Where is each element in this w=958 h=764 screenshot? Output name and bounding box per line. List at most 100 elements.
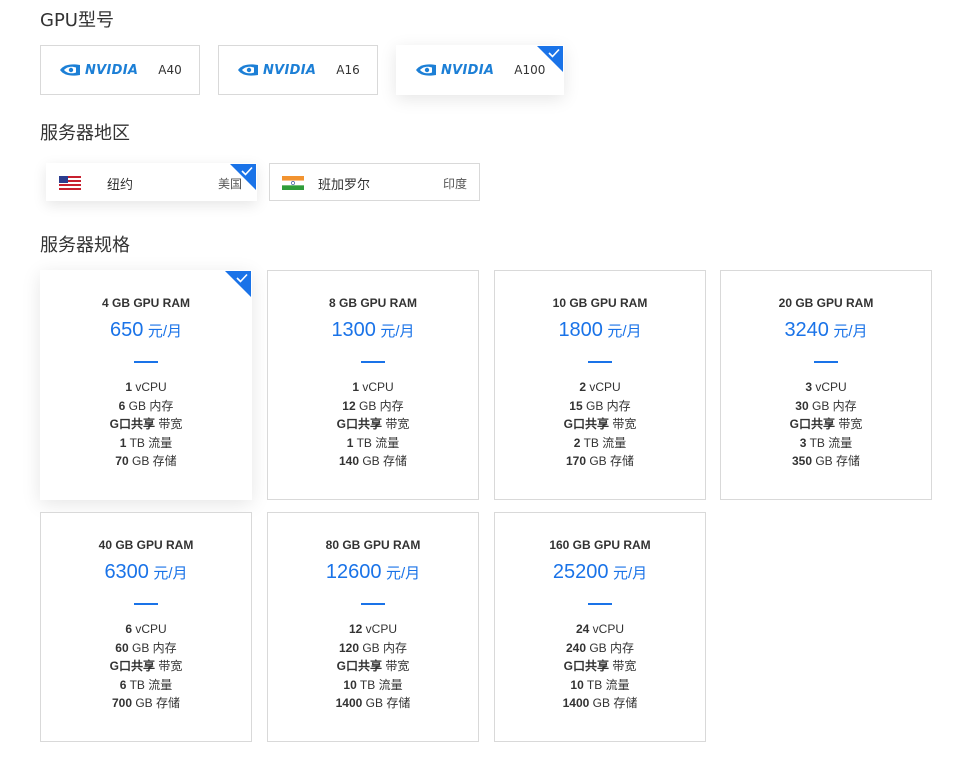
plan-divider — [588, 603, 612, 605]
spec-vcpu: 2 vCPU — [579, 380, 621, 394]
check-icon — [236, 273, 248, 283]
plan-gpu-ram: 20 GB GPU RAM — [778, 296, 874, 310]
server-region-title: 服务器地区 — [40, 123, 130, 144]
plan-price: 6300 元/月 — [41, 561, 251, 584]
spec-storage: 170 GB 存储 — [565, 454, 635, 468]
gpu-model-label: A16 — [336, 63, 360, 77]
plan-specs: 6 vCPU 60 GB 内存 G口共享 带宽 6 TB 流量 700 GB 存储 — [41, 620, 251, 713]
plan-specs: 3 vCPU 30 GB 内存 G口共享 带宽 3 TB 流量 350 GB 存储 — [721, 378, 931, 471]
spec-bandwidth: G口共享 带宽 — [336, 417, 410, 431]
plan-gpu-ram: 8 GB GPU RAM — [328, 296, 417, 310]
plan-price-unit: 元/月 — [833, 323, 868, 340]
spec-traffic: 10 TB 流量 — [343, 677, 403, 692]
plan-card[interactable]: 160 GB GPU RAM 25200 元/月 24 vCPU 240 GB 内存 G… — [494, 512, 706, 742]
plan-gpu-ram: 4 GB GPU RAM — [101, 296, 190, 310]
spec-traffic: 2 TB 流量 — [573, 435, 627, 450]
check-icon — [548, 48, 560, 58]
nvidia-logo: NVIDIA — [415, 63, 494, 78]
nvidia-logo: NVIDIA — [59, 63, 138, 78]
plan-specs: 12 vCPU 120 GB 内存 G口共享 带宽 10 TB 流量 1400 GB 存… — [268, 620, 478, 713]
gpu-model-title: GPU型号 — [40, 10, 114, 31]
plan-card[interactable]: 4 GB GPU RAM 650 元/月 1 vCPU 6 GB 内存 G口共享 带宽 1… — [40, 270, 252, 500]
plan-price-unit: 元/月 — [147, 323, 182, 340]
spec-memory: 6 GB 内存 — [118, 398, 174, 413]
spec-memory: 15 GB 内存 — [569, 398, 631, 413]
spec-bandwidth: G口共享 带宽 — [563, 659, 637, 673]
us-flag-icon — [59, 176, 81, 190]
spec-vcpu: 12 vCPU — [348, 622, 398, 636]
plan-price: 1300 元/月 — [268, 319, 478, 342]
plan-divider — [361, 361, 385, 363]
gpu-brand: NVIDIA — [263, 62, 317, 78]
plan-price: 12600 元/月 — [268, 561, 478, 584]
plan-card[interactable]: 20 GB GPU RAM 3240 元/月 3 vCPU 30 GB 内存 G口共享 … — [720, 270, 932, 500]
spec-traffic: 6 TB 流量 — [119, 677, 173, 692]
region-card-bangalore[interactable]: 班加罗尔 印度 — [269, 163, 480, 201]
plan-price-unit: 元/月 — [380, 323, 415, 340]
spec-memory: 120 GB 内存 — [338, 640, 408, 655]
plan-price-value: 1300 — [331, 319, 376, 341]
plan-specs: 24 vCPU 240 GB 内存 G口共享 带宽 10 TB 流量 1400 GB 存… — [495, 620, 705, 713]
plan-price-value: 1800 — [558, 319, 603, 341]
gpu-brand: NVIDIA — [85, 62, 139, 78]
spec-storage: 700 GB 存储 — [111, 696, 181, 710]
plan-price: 3240 元/月 — [721, 319, 931, 342]
plan-price-value: 25200 — [552, 561, 609, 583]
plan-card[interactable]: 40 GB GPU RAM 6300 元/月 6 vCPU 60 GB 内存 G口共享 … — [40, 512, 252, 742]
plan-price-unit: 元/月 — [153, 565, 188, 582]
spec-traffic: 1 TB 流量 — [119, 435, 173, 450]
nvidia-logo: NVIDIA — [237, 63, 316, 78]
plan-divider — [588, 361, 612, 363]
spec-vcpu: 6 vCPU — [125, 622, 167, 636]
plan-price-unit: 元/月 — [607, 323, 642, 340]
spec-storage: 350 GB 存储 — [791, 454, 861, 468]
region-city: 纽约 — [107, 178, 134, 193]
gpu-card-a40[interactable]: NVIDIA A40 — [40, 45, 200, 95]
region-city: 班加罗尔 — [318, 178, 371, 193]
spec-storage: 1400 GB 存储 — [562, 696, 638, 710]
spec-traffic: 3 TB 流量 — [799, 435, 853, 450]
plan-price: 650 元/月 — [41, 319, 251, 342]
gpu-card-a100[interactable]: NVIDIA A100 — [396, 45, 564, 95]
plan-gpu-ram: 40 GB GPU RAM — [98, 538, 194, 552]
india-flag-icon — [282, 176, 304, 190]
plan-divider — [134, 361, 158, 363]
spec-memory: 60 GB 内存 — [115, 640, 177, 655]
plan-card[interactable]: 80 GB GPU RAM 12600 元/月 12 vCPU 120 GB 内存 G口… — [267, 512, 479, 742]
spec-storage: 70 GB 存储 — [115, 454, 177, 468]
nvidia-eye-icon — [416, 64, 436, 76]
plan-card[interactable]: 8 GB GPU RAM 1300 元/月 1 vCPU 12 GB 内存 G口共享 带… — [267, 270, 479, 500]
spec-vcpu: 24 vCPU — [575, 622, 625, 636]
check-icon — [241, 166, 253, 176]
plan-specs: 2 vCPU 15 GB 内存 G口共享 带宽 2 TB 流量 170 GB 存储 — [495, 378, 705, 471]
spec-storage: 1400 GB 存储 — [335, 696, 411, 710]
nvidia-eye-icon — [60, 64, 80, 76]
plan-price-value: 650 — [110, 319, 144, 341]
spec-traffic: 10 TB 流量 — [570, 677, 630, 692]
plan-price-unit: 元/月 — [385, 565, 421, 582]
plan-price-unit: 元/月 — [612, 565, 648, 582]
plan-specs: 1 vCPU 12 GB 内存 G口共享 带宽 1 TB 流量 140 GB 存储 — [268, 378, 478, 471]
server-spec-title: 服务器规格 — [40, 235, 130, 256]
plan-divider — [814, 361, 838, 363]
spec-bandwidth: G口共享 带宽 — [563, 417, 637, 431]
gpu-card-a16[interactable]: NVIDIA A16 — [218, 45, 378, 95]
spec-bandwidth: G口共享 带宽 — [789, 417, 863, 431]
spec-memory: 240 GB 内存 — [565, 640, 635, 655]
spec-vcpu: 1 vCPU — [352, 380, 394, 394]
plan-price: 1800 元/月 — [495, 319, 705, 342]
spec-storage: 140 GB 存储 — [338, 454, 408, 468]
spec-vcpu: 3 vCPU — [805, 380, 847, 394]
spec-bandwidth: G口共享 带宽 — [109, 659, 183, 673]
plan-divider — [361, 603, 385, 605]
plan-price-value: 3240 — [784, 319, 829, 341]
plan-specs: 1 vCPU 6 GB 内存 G口共享 带宽 1 TB 流量 70 GB 存储 — [41, 378, 251, 471]
plan-divider — [134, 603, 158, 605]
plan-gpu-ram: 80 GB GPU RAM — [325, 538, 421, 552]
region-card-newyork[interactable]: 纽约 美国 — [46, 163, 257, 201]
spec-bandwidth: G口共享 带宽 — [109, 417, 183, 431]
plan-gpu-ram: 160 GB GPU RAM — [549, 538, 651, 552]
plan-card[interactable]: 10 GB GPU RAM 1800 元/月 2 vCPU 15 GB 内存 G口共享 … — [494, 270, 706, 500]
gpu-brand: NVIDIA — [441, 62, 495, 78]
spec-memory: 12 GB 内存 — [342, 398, 404, 413]
